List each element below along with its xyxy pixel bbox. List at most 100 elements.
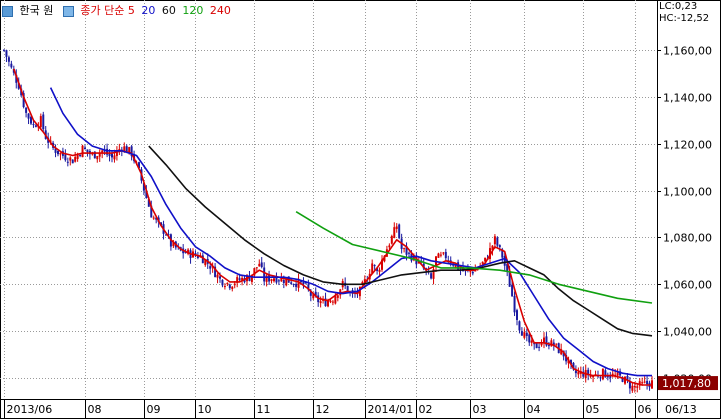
y-tick-label: 1,140,00 xyxy=(663,92,712,105)
candle-body xyxy=(111,153,113,158)
candle-body xyxy=(631,385,634,391)
candle-body xyxy=(319,301,322,304)
last-price-label: 1,017,80 xyxy=(662,377,711,390)
candle-body xyxy=(616,372,619,376)
y-tick-label: 1,120,00 xyxy=(663,139,712,152)
x-tick-label: 04 xyxy=(527,403,541,416)
candle-body xyxy=(59,152,62,155)
legend-period-20: 20 xyxy=(141,4,156,17)
candle-body xyxy=(329,300,332,303)
candle-body xyxy=(439,254,442,256)
x-tick-label: 10 xyxy=(198,403,212,416)
candle-body xyxy=(390,235,393,244)
candle-body xyxy=(398,224,401,239)
candle-body xyxy=(636,386,639,388)
candle-body xyxy=(71,159,74,164)
candle-body xyxy=(498,245,501,248)
candle-body xyxy=(403,248,406,250)
candle-body xyxy=(547,345,550,347)
candle-body xyxy=(523,332,526,338)
candle-body xyxy=(633,385,636,388)
candle-body xyxy=(516,310,518,320)
legend-period-60: 60 xyxy=(161,4,176,17)
legend-settings-icon[interactable] xyxy=(62,5,74,17)
candle-body xyxy=(79,155,82,157)
candle-body xyxy=(226,282,229,284)
candle-body xyxy=(540,343,543,346)
legend-instrument: 한국 원 xyxy=(19,4,54,17)
readout: LC:0,23 HC:-12,52 xyxy=(659,1,709,25)
candle-body xyxy=(442,252,445,254)
candle-body xyxy=(518,321,521,331)
candle-body xyxy=(388,245,391,248)
candle-body xyxy=(66,161,69,163)
x-tick-label: 02 xyxy=(419,403,433,416)
x-tick-label: 05 xyxy=(586,403,600,416)
candle-body xyxy=(334,296,337,304)
candle-body xyxy=(3,49,5,51)
candle-body xyxy=(503,256,506,266)
candle-body xyxy=(430,273,433,279)
legend-indicator: 종가 단순 xyxy=(80,4,125,17)
candle-body xyxy=(336,295,339,298)
candle-body xyxy=(74,156,77,162)
x-tick-label: 2013/06 xyxy=(7,403,53,416)
candle-body xyxy=(292,284,295,286)
candle-body xyxy=(373,265,376,267)
candle-body xyxy=(238,278,241,280)
candle-body xyxy=(277,280,280,282)
candle-body xyxy=(216,274,219,278)
candle-body xyxy=(525,332,528,336)
candle-body xyxy=(408,252,410,254)
candle-body xyxy=(538,346,541,348)
candle-body xyxy=(290,282,293,284)
y-tick-label: 1,100,00 xyxy=(663,186,712,199)
candle-body xyxy=(471,271,474,274)
candle-body xyxy=(599,377,602,379)
ma-line-20 xyxy=(49,87,652,377)
candle-body xyxy=(469,271,472,273)
candle-body xyxy=(511,284,514,297)
candle-body xyxy=(113,155,116,160)
candle-body xyxy=(327,300,329,307)
candle-body xyxy=(543,337,545,343)
candle-body xyxy=(331,301,334,303)
candle-body xyxy=(42,114,45,130)
candle-body xyxy=(5,50,8,57)
candle-body xyxy=(228,284,231,289)
candle-body xyxy=(108,153,111,157)
currency-chart[interactable]: 1,020,001,040,001,060,001,080,001,100,00… xyxy=(0,0,721,419)
candle-body xyxy=(378,269,381,272)
candle-body xyxy=(295,283,298,287)
candle-body xyxy=(25,107,28,113)
candle-body xyxy=(96,156,99,160)
candle-body xyxy=(84,147,86,150)
candle-body xyxy=(39,116,42,127)
readout-lc: LC:0,23 xyxy=(659,1,698,12)
x-tick-label: 11 xyxy=(257,403,271,416)
ma-line-5 xyxy=(13,68,652,386)
candle-body xyxy=(263,267,266,282)
candle-body xyxy=(27,113,30,119)
candle-body xyxy=(395,226,398,229)
candle-body xyxy=(282,280,285,284)
candle-body xyxy=(535,343,538,349)
legend-period-5: 5 xyxy=(127,4,135,17)
y-tick-label: 1,040,00 xyxy=(663,326,712,339)
x-tick-label: 06/13 xyxy=(665,403,697,416)
candle-body xyxy=(32,124,35,126)
ma-line-120 xyxy=(295,211,653,304)
candle-body xyxy=(520,331,523,336)
legend-collapse-icon[interactable] xyxy=(2,5,13,17)
legend-period-120: 120 xyxy=(182,4,204,17)
candle-body xyxy=(641,382,644,384)
candle-body xyxy=(221,279,224,286)
y-tick-label: 1,080,00 xyxy=(663,232,712,245)
candle-body xyxy=(219,276,221,279)
candle-body xyxy=(10,63,13,68)
candle-body xyxy=(393,227,396,238)
plot-svg[interactable]: 1,020,001,040,001,060,001,080,001,100,00… xyxy=(0,0,721,419)
candle-body xyxy=(81,145,84,158)
candle-body xyxy=(64,154,67,161)
candle-body xyxy=(7,57,10,62)
